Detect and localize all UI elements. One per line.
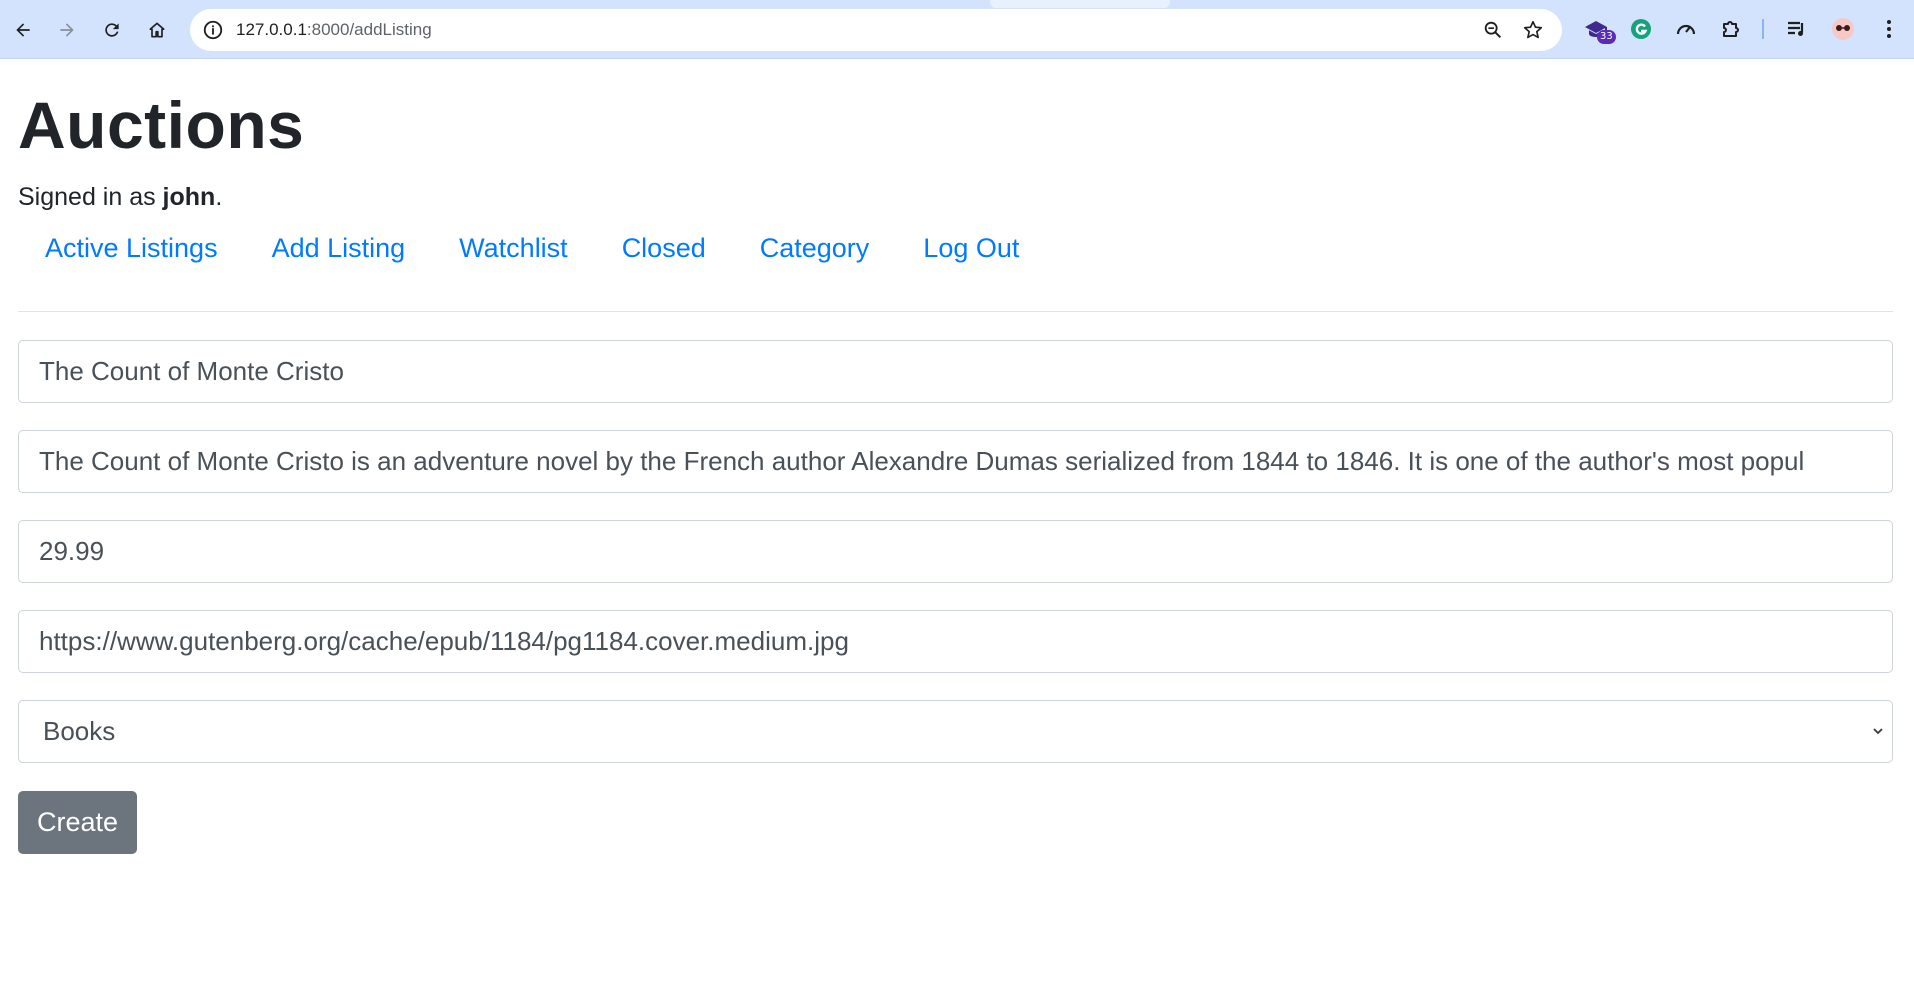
- nav-link-closed[interactable]: Closed: [595, 231, 733, 265]
- extension-graduation-icon[interactable]: 33: [1583, 16, 1616, 44]
- signed-in-prefix: Signed in as: [18, 183, 163, 211]
- nav-link-log-out[interactable]: Log Out: [896, 231, 1046, 265]
- url-path: :8000/addListing: [306, 20, 432, 39]
- extension-speedometer-icon[interactable]: [1673, 16, 1699, 42]
- description-input[interactable]: The Count of Monte Cristo is an adventur…: [18, 430, 1893, 493]
- extension-grammarly-icon[interactable]: [1628, 16, 1654, 42]
- chevron-down-icon: [1873, 728, 1883, 735]
- main-nav: Active Listings Add Listing Watchlist Cl…: [18, 231, 1046, 265]
- back-button[interactable]: [7, 14, 39, 46]
- nav-link-active-listings[interactable]: Active Listings: [18, 231, 245, 265]
- home-button[interactable]: [141, 14, 173, 46]
- nav-link-add-listing[interactable]: Add Listing: [245, 231, 433, 265]
- kebab-menu-icon: [1887, 20, 1891, 38]
- category-selected-value: Books: [43, 716, 116, 746]
- signed-in-suffix: .: [215, 183, 223, 211]
- puzzle-icon: [1723, 21, 1739, 37]
- playlist-icon: [1788, 21, 1804, 36]
- nav-link-watchlist[interactable]: Watchlist: [432, 231, 595, 265]
- url-text[interactable]: 127.0.0.1:8000/addListing: [236, 20, 432, 40]
- reload-button[interactable]: [96, 14, 128, 46]
- profile-avatar[interactable]: [1830, 16, 1856, 42]
- toolbar-separator: [1762, 19, 1764, 39]
- create-button[interactable]: Create: [18, 791, 137, 854]
- title-input[interactable]: The Count of Monte Cristo: [18, 340, 1893, 403]
- grammarly-icon: [1631, 19, 1651, 39]
- avatar-glasses-icon: [1832, 18, 1854, 40]
- url-host: 127.0.0.1: [236, 20, 307, 39]
- signed-in-text: Signed in as john.: [18, 183, 222, 212]
- reload-icon: [105, 23, 119, 37]
- extensions-puzzle-button[interactable]: [1718, 16, 1744, 42]
- arrow-left-icon: [16, 23, 30, 37]
- image-url-input[interactable]: https://www.gutenberg.org/cache/epub/118…: [18, 610, 1893, 673]
- nav-link-category[interactable]: Category: [733, 231, 897, 265]
- extension-badge: 33: [1597, 30, 1616, 44]
- arrow-right-icon: [60, 23, 74, 37]
- username: john: [162, 183, 216, 211]
- browser-menu-button[interactable]: [1876, 16, 1902, 42]
- speedometer-icon: [1676, 24, 1696, 35]
- active-tab-edge: [990, 0, 1170, 8]
- category-select[interactable]: Books: [18, 700, 1893, 763]
- bookmark-star-icon[interactable]: [1522, 19, 1544, 41]
- address-bar[interactable]: 127.0.0.1:8000/addListing: [190, 9, 1562, 51]
- site-info-icon[interactable]: [202, 19, 224, 41]
- browser-toolbar: 127.0.0.1:8000/addListing 33: [0, 0, 1914, 59]
- forward-button[interactable]: [51, 14, 83, 46]
- home-icon: [149, 22, 165, 38]
- header-divider: [18, 311, 1893, 312]
- starting-bid-input[interactable]: 29.99: [18, 520, 1893, 583]
- zoom-icon[interactable]: [1482, 19, 1504, 41]
- media-controls-button[interactable]: [1784, 16, 1810, 42]
- page-title: Auctions: [18, 88, 305, 162]
